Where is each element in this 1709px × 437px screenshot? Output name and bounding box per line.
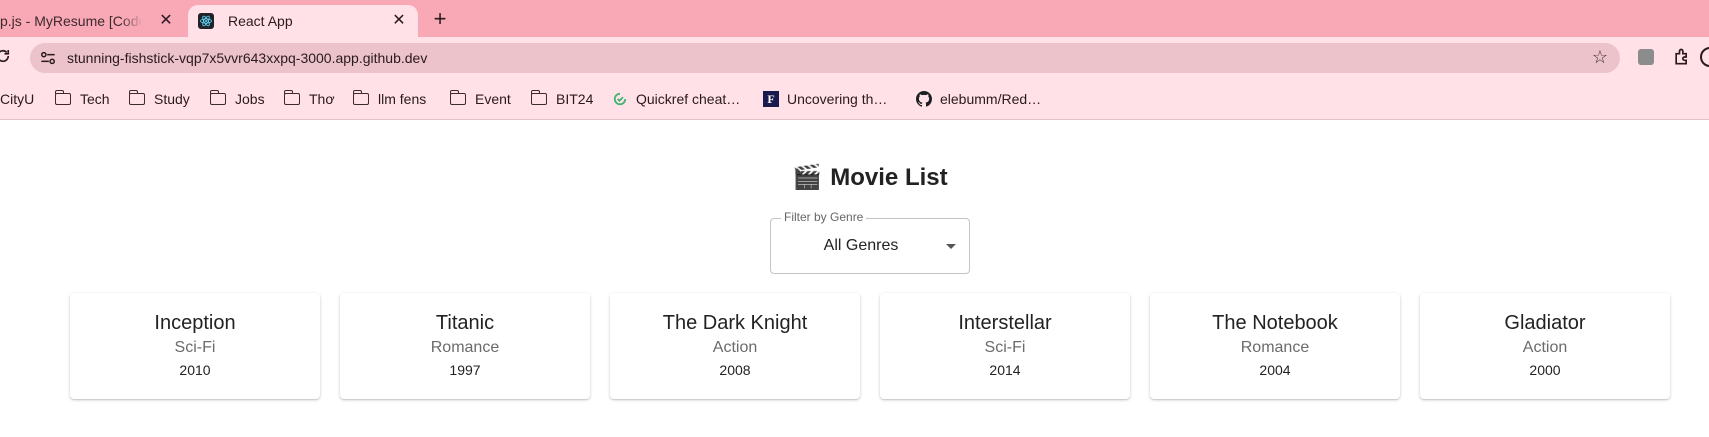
bookmark-jobs[interactable]: Jobs (209, 90, 265, 107)
movie-title: Interstellar (958, 312, 1052, 334)
bookmark-label: elebumm/Red… (940, 91, 1042, 107)
movie-year: 2008 (719, 362, 751, 378)
dropdown-arrow-icon[interactable] (946, 244, 956, 249)
tab-title: p.js - MyResume [Codespaces] (0, 13, 142, 29)
site-info-icon[interactable] (38, 48, 60, 68)
new-tab-button[interactable]: + (430, 8, 450, 30)
bookmark-label: Study (154, 91, 190, 107)
github-icon (916, 91, 932, 107)
movie-card[interactable]: The Notebook Romance 2004 (1150, 293, 1400, 399)
tab-myresume[interactable]: p.js - MyResume [Codespaces] ✕ (0, 5, 185, 37)
movie-year: 1997 (449, 362, 481, 378)
bookmark-star-icon[interactable]: ☆ (1592, 47, 1608, 68)
tab-strip: p.js - MyResume [Codespaces] ✕ React App… (0, 0, 1709, 37)
movie-year: 2010 (179, 362, 211, 378)
bookmark-event[interactable]: Event (449, 90, 511, 107)
bookmark-label: Event (475, 91, 511, 107)
movie-year: 2014 (989, 362, 1021, 378)
folder-icon (128, 90, 145, 105)
genre-filter-select[interactable]: Filter by Genre All Genres (770, 210, 970, 274)
movie-title: Titanic (435, 312, 495, 334)
close-icon[interactable]: ✕ (157, 12, 175, 30)
bookmark-uncovering[interactable]: F Uncovering th… (763, 91, 887, 107)
bookmarks-bar: CityU Tech Study Jobs Thơ llm fens Event… (0, 79, 1709, 120)
extensions-puzzle-icon[interactable] (1672, 47, 1692, 67)
tab-react-app[interactable]: React App ✕ (188, 5, 418, 37)
bookmark-elebumm[interactable]: elebumm/Red… (916, 91, 1041, 107)
bookmark-label: BIT24 (556, 91, 594, 107)
folder-icon (352, 90, 369, 105)
movie-genre: Sci-Fi (174, 339, 216, 356)
f-logo-icon: F (763, 91, 779, 107)
filter-value: All Genres (823, 237, 899, 254)
bookmark-cityu[interactable]: CityU (0, 91, 34, 107)
clapperboard-icon: 🎬 (792, 164, 823, 191)
bookmark-bit24[interactable]: BIT24 (530, 90, 594, 107)
movie-genre: Romance (430, 339, 500, 356)
close-icon[interactable]: ✕ (390, 12, 408, 30)
bookmark-label: Tech (80, 91, 110, 107)
movie-year: 2004 (1259, 362, 1291, 378)
page-title-text: Movie List (830, 163, 948, 191)
page-content: 🎬 Movie List Filter by Genre All Genres … (0, 121, 1709, 437)
bookmark-study[interactable]: Study (128, 90, 190, 107)
movie-genre: Sci-Fi (984, 339, 1026, 356)
url-text: stunning-fishstick-vqp7x5vvr643xxpq-3000… (67, 50, 428, 66)
extension-icon[interactable] (1638, 49, 1654, 65)
bookmark-label: Thơ (309, 91, 335, 107)
browser-toolbar: stunning-fishstick-vqp7x5vvr643xxpq-3000… (0, 37, 1709, 79)
folder-icon (530, 90, 547, 105)
bookmark-llm-fens[interactable]: llm fens (352, 90, 427, 107)
folder-icon (54, 90, 71, 105)
movie-title: The Dark Knight (662, 312, 808, 334)
movie-card[interactable]: Gladiator Action 2000 (1420, 293, 1670, 399)
movie-title: The Notebook (1212, 312, 1338, 334)
folder-icon (209, 90, 226, 105)
bookmark-tho[interactable]: Thơ (283, 90, 335, 107)
reload-icon[interactable] (0, 47, 12, 69)
movie-title: Gladiator (1504, 312, 1586, 334)
bookmark-label: Jobs (235, 91, 265, 107)
movie-card[interactable]: Inception Sci-Fi 2010 (70, 293, 320, 399)
bookmark-label: llm fens (378, 91, 427, 107)
folder-icon (283, 90, 300, 105)
profile-avatar[interactable] (1700, 47, 1709, 67)
address-bar[interactable]: stunning-fishstick-vqp7x5vvr643xxpq-3000… (30, 43, 1620, 73)
movie-title: Inception (154, 312, 236, 334)
quickref-icon (612, 91, 628, 107)
movie-card[interactable]: Titanic Romance 1997 (340, 293, 590, 399)
bookmark-tech[interactable]: Tech (54, 90, 110, 107)
bookmark-label: CityU (0, 91, 35, 107)
movie-year: 2000 (1529, 362, 1561, 378)
react-icon (198, 13, 214, 29)
movie-card[interactable]: The Dark Knight Action 2008 (610, 293, 860, 399)
tab-title: React App (228, 13, 293, 29)
movie-genre: Action (712, 339, 758, 356)
folder-icon (449, 90, 466, 105)
filter-label: Filter by Genre (781, 210, 867, 224)
page-title: 🎬 Movie List (0, 163, 1709, 192)
bookmark-label: Uncovering th… (787, 91, 888, 107)
bookmark-label: Quickref cheat… (636, 91, 741, 107)
movie-card[interactable]: Interstellar Sci-Fi 2014 (880, 293, 1130, 399)
movie-genre: Romance (1240, 339, 1310, 356)
movie-genre: Action (1522, 339, 1568, 356)
bookmark-quickref[interactable]: Quickref cheat… (612, 91, 740, 107)
